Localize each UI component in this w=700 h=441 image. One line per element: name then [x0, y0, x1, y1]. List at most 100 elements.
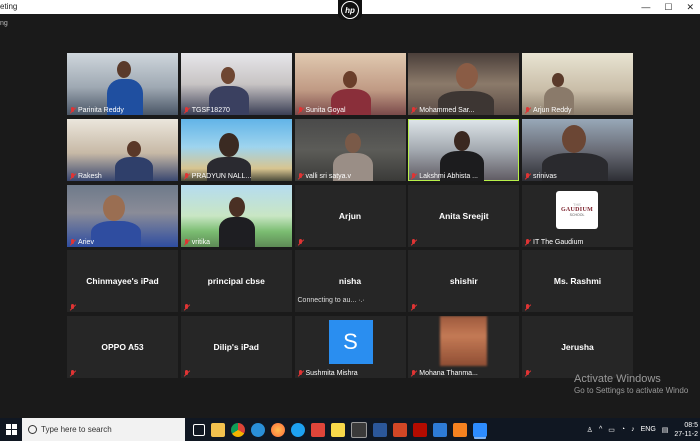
network-icon[interactable]: ◔	[621, 426, 625, 433]
mic-muted-icon	[184, 304, 190, 311]
mic-muted-icon	[525, 238, 531, 246]
participant-tile[interactable]: Parinita Reddy	[67, 53, 178, 115]
participant-tile-active-speaker[interactable]: Lakshmi Abhista ...	[408, 118, 520, 181]
mic-muted-icon	[184, 107, 190, 114]
mic-muted-icon	[525, 172, 531, 180]
avatar: S	[328, 320, 373, 364]
participant-name: Ariev	[78, 238, 94, 246]
mic-muted-icon	[70, 304, 76, 311]
mic-muted-icon	[298, 238, 304, 246]
word-icon[interactable]	[373, 422, 387, 437]
minimize-button[interactable]: —	[641, 0, 650, 14]
participant-name: Sunita Goyal	[305, 107, 346, 114]
mic-muted-icon	[411, 107, 417, 114]
participant-name: principal cbse	[207, 276, 265, 287]
participant-tile[interactable]: THE GAUDIUM SCHOOL IT The Gaudium	[522, 184, 633, 247]
participant-tile[interactable]: Ms. Rashmi	[522, 250, 633, 313]
system-tray: ♙ ^ ▭ ◔ ♪ ENG ▤ 08:5 27-11-2	[587, 418, 700, 441]
mic-muted-icon	[411, 238, 417, 246]
participant-name: Jerusha	[561, 342, 594, 352]
mic-muted-icon	[298, 172, 304, 180]
chrome-icon[interactable]	[231, 422, 245, 437]
maximize-button[interactable]: ☐	[664, 0, 672, 14]
participant-name: Mohammed Sar...	[419, 107, 475, 114]
sticky-notes-icon[interactable]	[331, 422, 345, 437]
mic-muted-icon	[525, 370, 531, 377]
powerpoint-icon[interactable]	[393, 422, 407, 437]
participant-tile[interactable]: Rakesh	[67, 118, 178, 181]
clock-date: 27-11-2	[674, 430, 698, 438]
participant-grid: Parinita Reddy TGSF18270 Sunita Goyal Mo…	[67, 53, 633, 378]
participant-tile[interactable]: vritika	[180, 184, 292, 247]
participant-tile[interactable]: Jerusha	[522, 316, 633, 378]
window-subtitle: ng	[0, 20, 8, 27]
participant-tile[interactable]: Chinmayee's iPad	[67, 250, 178, 313]
mic-muted-icon	[411, 172, 417, 180]
participant-tile[interactable]: nisha Connecting to au... ·.·	[294, 250, 406, 313]
media-icon[interactable]	[433, 422, 447, 437]
participant-tile[interactable]: valli sri satya.v	[294, 118, 406, 181]
participant-tile[interactable]: Anita Sreejit	[408, 184, 520, 247]
participant-tile[interactable]: S Sushmita Mishra	[294, 316, 406, 378]
taskbar-search[interactable]: Type here to search	[22, 418, 185, 441]
participant-name: Anita Sreejit	[438, 210, 489, 221]
participant-tile[interactable]: Mohana Thanma...	[408, 316, 520, 378]
notification-icon[interactable]: ▤	[662, 426, 669, 434]
participant-tile[interactable]: shishir	[408, 250, 520, 313]
firefox-icon[interactable]	[271, 422, 285, 437]
store-icon[interactable]	[351, 421, 367, 438]
participant-name: Mohana Thanma...	[419, 370, 478, 377]
participant-tile[interactable]: Arjun Reddy	[522, 53, 633, 115]
participant-name: Dilip's iPad	[213, 342, 259, 352]
mic-muted-icon	[411, 304, 417, 311]
clock[interactable]: 08:5 27-11-2	[674, 421, 698, 439]
participant-tile[interactable]: Mohammed Sar...	[408, 53, 520, 115]
participant-tile[interactable]: PRADYUN NALL...	[180, 118, 292, 181]
participant-name: Sushmita Mishra	[305, 370, 358, 377]
edge-icon[interactable]	[251, 422, 265, 437]
vlc-icon[interactable]	[453, 422, 467, 437]
participant-tile[interactable]: Ariev	[67, 184, 178, 247]
hp-logo: hp	[338, 0, 362, 20]
connecting-status: Connecting to au... ·.·	[297, 297, 365, 305]
zoom-icon[interactable]	[473, 422, 487, 437]
file-explorer-icon[interactable]	[211, 422, 225, 437]
participant-name: IT The Gaudium	[533, 238, 584, 246]
volume-icon[interactable]: ♪	[631, 426, 635, 433]
participant-name: Rakesh	[78, 172, 102, 180]
close-button[interactable]: ✕	[686, 0, 694, 14]
participant-name: shishir	[449, 276, 478, 287]
language-indicator[interactable]: ENG	[641, 426, 656, 433]
participant-name: Parinita Reddy	[78, 107, 124, 114]
participant-name: Ms. Rashmi	[553, 276, 602, 287]
participant-tile[interactable]: srinivas	[522, 118, 633, 181]
participant-tile[interactable]: Sunita Goyal	[294, 53, 406, 115]
participant-tile[interactable]: principal cbse	[180, 250, 292, 313]
participant-tile[interactable]: TGSF18270	[180, 53, 292, 115]
participant-tile[interactable]: Dilip's iPad	[180, 316, 292, 378]
mic-muted-icon	[411, 370, 417, 377]
participant-name: PRADYUN NALL...	[191, 172, 252, 180]
internet-explorer-icon[interactable]	[291, 422, 305, 437]
battery-icon[interactable]: ▭	[608, 426, 615, 434]
window-title: eting	[0, 2, 18, 11]
participant-tile[interactable]: Arjun	[294, 184, 406, 247]
start-button[interactable]	[0, 418, 22, 441]
school-logo: THE GAUDIUM SCHOOL	[556, 190, 598, 229]
task-view-icon[interactable]	[193, 423, 205, 436]
people-icon[interactable]: ♙	[587, 426, 593, 434]
participant-name: Lakshmi Abhista ...	[419, 172, 479, 180]
show-hidden-icons-icon[interactable]: ^	[599, 426, 602, 433]
participant-name: Arjun Reddy	[533, 107, 572, 114]
mic-muted-icon	[70, 238, 76, 246]
participant-name: TGSF18270	[191, 107, 230, 114]
participant-tile[interactable]: OPPO A53	[67, 316, 178, 378]
mic-muted-icon	[184, 172, 190, 180]
mic-muted-icon	[184, 238, 190, 246]
participant-name: Chinmayee's iPad	[86, 276, 159, 287]
participant-name: srinivas	[533, 172, 557, 180]
taskbar-apps	[193, 421, 487, 438]
anydesk-icon[interactable]	[311, 422, 325, 437]
acrobat-icon[interactable]	[413, 422, 427, 437]
search-icon	[28, 425, 37, 434]
